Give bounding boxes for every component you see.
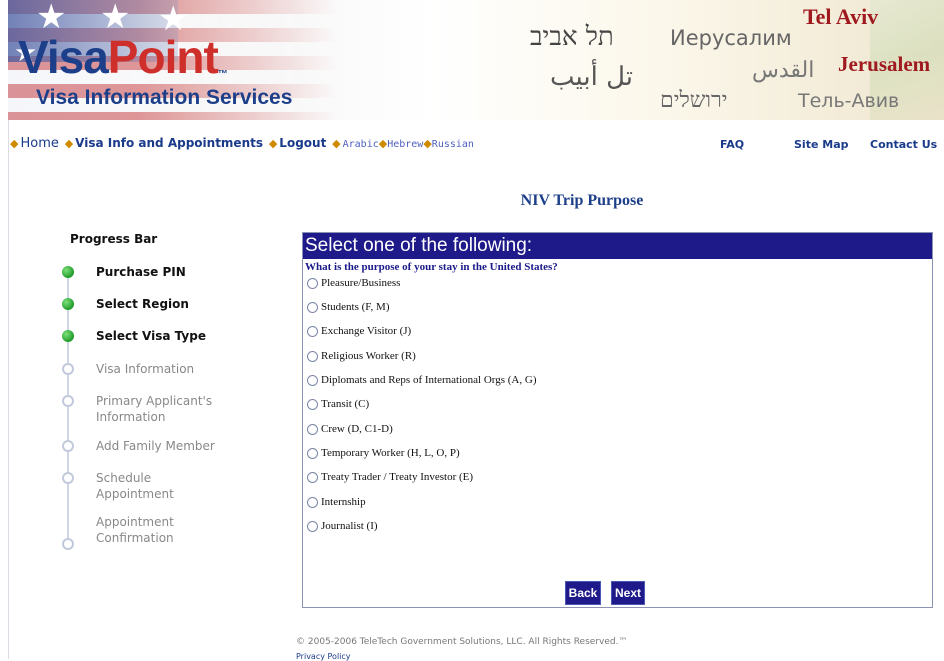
option-religious-worker[interactable]: Religious Worker (R) [307, 346, 416, 366]
step-pending-icon [62, 472, 74, 484]
step-complete-icon [62, 330, 74, 342]
trip-purpose-panel: Select one of the following: What is the… [302, 232, 933, 608]
nav-logout-link[interactable]: Logout [279, 136, 326, 150]
star-icon: ★ [36, 0, 67, 37]
option-treaty-trader[interactable]: Treaty Trader / Treaty Investor (E) [307, 467, 473, 487]
radio-button[interactable] [307, 325, 318, 337]
option-internship[interactable]: Internship [307, 492, 366, 512]
step-complete-icon [62, 298, 74, 310]
radio-button[interactable] [307, 374, 318, 386]
star-icon: ★ [100, 0, 131, 37]
step-label: Purchase PIN [96, 265, 186, 279]
nav-separator-icon: ◆ [64, 137, 74, 150]
nav-arabic-link[interactable]: Arabic [343, 139, 379, 150]
step-pending-icon [62, 440, 74, 452]
step-pending-icon [62, 363, 74, 375]
nav-faq-link[interactable]: FAQ [720, 138, 744, 151]
nav-visa-info-link[interactable]: Visa Info and Appointments [75, 136, 263, 150]
city-russian-tel-aviv: Тель-Авив [798, 90, 900, 112]
option-label: Diplomats and Reps of International Orgs… [321, 374, 537, 386]
city-english-tel-aviv: Tel Aviv [803, 4, 879, 29]
nav-hebrew-link[interactable]: Hebrew [387, 139, 423, 150]
nav-site-map-link[interactable]: Site Map [794, 138, 848, 151]
radio-button[interactable] [307, 447, 318, 459]
radio-button[interactable] [307, 471, 318, 483]
privacy-policy-link[interactable]: Privacy Policy [296, 652, 351, 661]
radio-button[interactable] [307, 520, 318, 532]
progress-bar: Progress Bar Purchase PIN Select Region … [62, 232, 262, 550]
logo-trademark: ™ [217, 69, 228, 80]
nav-separator-icon: ◆ [268, 137, 278, 150]
option-label: Crew (D, C1-D) [321, 423, 393, 435]
nav-home-link[interactable]: Home [20, 136, 58, 151]
logo-visa: Visa [18, 31, 109, 83]
next-button[interactable]: Next [611, 581, 645, 605]
main-nav: ◆ Home ◆ Visa Info and Appointments ◆ Logou… [8, 134, 944, 154]
option-pleasure-business[interactable]: Pleasure/Business [307, 273, 400, 293]
option-label: Exchange Visitor (J) [321, 325, 412, 337]
option-label: Temporary Worker (H, L, O, P) [321, 447, 460, 459]
nav-separator-icon: ◆ [378, 137, 388, 150]
radio-button[interactable] [307, 398, 318, 410]
step-label: Visa Information [96, 362, 195, 376]
step-label: Add Family Member [96, 439, 215, 453]
progress-title: Progress Bar [70, 232, 158, 246]
city-english-jerusalem: Jerusalem [838, 52, 931, 76]
step-label: Primary Applicant's Information [96, 394, 213, 424]
option-label: Pleasure/Business [321, 277, 401, 289]
option-label: Religious Worker (R) [321, 350, 416, 362]
header-banner: ★ ★ ★ ★ VisaPoint™ Visa Information Serv… [8, 0, 944, 120]
step-label: Select Visa Type [96, 329, 206, 343]
option-label: Students (F, M) [321, 301, 390, 313]
option-journalist[interactable]: Journalist (I) [307, 516, 378, 536]
option-label: Internship [321, 496, 366, 508]
nav-separator-icon: ◆ [332, 137, 341, 150]
nav-contact-us-link[interactable]: Contact Us [870, 138, 937, 151]
radio-button[interactable] [307, 350, 318, 362]
radio-button[interactable] [307, 301, 318, 313]
nav-left-links: ◆ Home ◆ Visa Info and Appointments ◆ Logou… [8, 136, 474, 151]
city-hebrew-tel-aviv: תל אביב [530, 22, 614, 52]
radio-button[interactable] [307, 496, 318, 508]
option-students[interactable]: Students (F, M) [307, 297, 390, 317]
option-diplomats[interactable]: Diplomats and Reps of International Orgs… [307, 370, 536, 390]
city-russian-jerusalem: Иерусалим [670, 26, 792, 50]
option-transit[interactable]: Transit (C) [307, 394, 369, 414]
option-label: Transit (C) [321, 398, 370, 410]
step-label: Schedule Appointment [96, 471, 174, 501]
step-pending-icon [62, 395, 74, 407]
nav-russian-link[interactable]: Russian [432, 139, 474, 150]
city-hebrew-jerusalem: ירושלים [660, 88, 728, 113]
radio-button[interactable] [307, 277, 318, 289]
city-arabic-jerusalem: القدس [752, 58, 815, 83]
step-complete-icon [62, 266, 74, 278]
purpose-question: What is the purpose of your stay in the … [305, 261, 558, 273]
logo-point: Point [107, 31, 219, 83]
city-arabic-tel-aviv: تل أبيب [550, 62, 634, 92]
logo-tagline: Visa Information Services [36, 86, 293, 109]
nav-separator-icon: ◆ [10, 137, 19, 150]
option-exchange-visitor[interactable]: Exchange Visitor (J) [307, 321, 411, 341]
visapoint-logo: VisaPoint™ [18, 31, 228, 83]
radio-button[interactable] [307, 423, 318, 435]
panel-header: Select one of the following: [303, 233, 932, 259]
step-pending-icon [62, 538, 74, 550]
step-label: Appointment Confirmation [96, 515, 174, 545]
option-crew[interactable]: Crew (D, C1-D) [307, 419, 393, 439]
option-temporary-worker[interactable]: Temporary Worker (H, L, O, P) [307, 443, 460, 463]
nav-separator-icon: ◆ [423, 137, 432, 150]
option-label: Journalist (I) [321, 520, 378, 532]
option-label: Treaty Trader / Treaty Investor (E) [321, 471, 474, 483]
back-button[interactable]: Back [565, 581, 601, 605]
step-label: Select Region [96, 297, 189, 311]
page-title: NIV Trip Purpose [520, 192, 644, 209]
footer-copyright: © 2005-2006 TeleTech Government Solution… [296, 637, 628, 647]
